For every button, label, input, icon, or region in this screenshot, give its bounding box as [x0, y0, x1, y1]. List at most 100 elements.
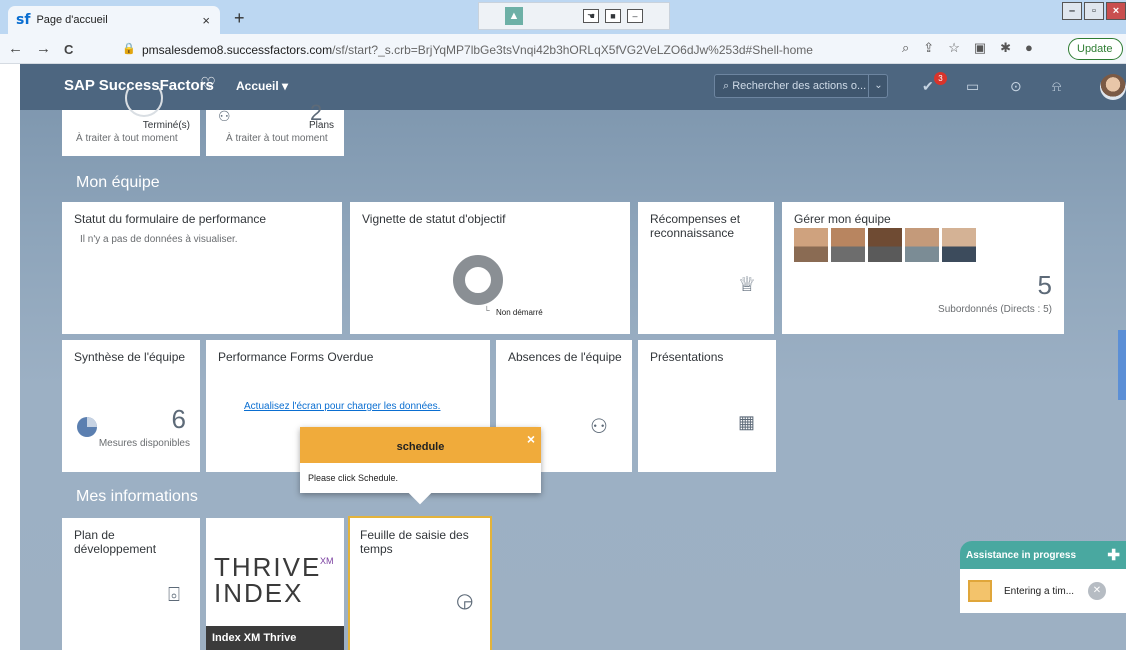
update-button[interactable]: Update [1068, 38, 1124, 60]
goal-status-label: Non démarré [496, 308, 543, 317]
sf-shell: SAP SuccessFactors ♡ Accueil ▾ ⌕ Recherc… [20, 64, 1126, 650]
new-tab-button[interactable]: + [234, 8, 245, 29]
url-field[interactable]: pmsalesdemo8.successfactors.com/sf/start… [142, 43, 813, 57]
avatar[interactable] [794, 228, 828, 262]
team-photos [794, 228, 976, 262]
recorder-logo-icon: ▲ [505, 7, 523, 25]
avatar[interactable] [831, 228, 865, 262]
help-icon[interactable]: ⊙ [1010, 78, 1022, 95]
performance-form-tile[interactable]: Statut du formulaire de performance Il n… [62, 202, 342, 334]
donut-leader-line: └ [484, 306, 490, 315]
puzzle-icon[interactable]: ✱ [1000, 40, 1011, 56]
address-bar: ← → C 🔒 pmsalesdemo8.successfactors.com/… [0, 34, 1126, 64]
presentation-icon [968, 580, 992, 602]
tab-close-icon[interactable]: × [202, 13, 210, 28]
tile-title: Récompenses et reconnaissance [650, 212, 741, 240]
team-summary-tile[interactable]: Synthèse de l'équipe 6 Mesures disponibl… [62, 340, 200, 472]
development-plan-tile[interactable]: Plan de développement ⌻ [62, 518, 200, 650]
avatar[interactable] [905, 228, 939, 262]
url-path: /sf/start?_s.crb=BrjYqMP7lbGe3tsVnqi42b3… [332, 43, 813, 57]
profile-icon[interactable]: ● [1025, 40, 1033, 56]
ring-icon [125, 88, 163, 117]
manage-team-tile[interactable]: Gérer mon équipe 5 Subordonnés (Directs … [782, 202, 1064, 334]
chat-icon[interactable]: ▭ [966, 78, 979, 95]
browser-tab[interactable]: sf Page d'accueil × [8, 6, 220, 34]
window-close-button[interactable]: × [1106, 2, 1126, 20]
favicon-icon: sf [16, 12, 31, 28]
avatar[interactable] [942, 228, 976, 262]
heart-icon: ♡ [200, 74, 217, 94]
pointer-icon[interactable]: ☚ [583, 9, 599, 23]
tile-title: Synthèse de l'équipe [74, 350, 186, 364]
rewards-tile[interactable]: Récompenses et reconnaissance ♕ [638, 202, 774, 334]
clipboard-icon: ⌻ [168, 584, 180, 606]
tile-title: Présentations [650, 350, 724, 364]
browser-tabstrip: sf Page d'accueil × + ▲ ☚ ■ – – ▫ × [0, 0, 1126, 34]
tile-title: Absences de l'équipe [508, 350, 622, 364]
tile-title: Gérer mon équipe [794, 212, 891, 226]
assistance-header: Assistance in progress ✚ [960, 541, 1126, 569]
tab-title: Page d'accueil [36, 14, 108, 26]
avatar[interactable] [868, 228, 902, 262]
donut-slice [453, 255, 503, 305]
tile-title: Vignette de statut d'objectif [362, 212, 506, 226]
popover-header: schedule × [300, 427, 541, 463]
recorder-toolbar: ▲ ☚ ■ – [478, 2, 670, 30]
trophy-icon: ♕ [738, 274, 756, 296]
manage-sub: Subordonnés (Directs : 5) [938, 304, 1052, 315]
manage-count: 5 [1037, 270, 1052, 300]
minimize-recorder-icon[interactable]: – [627, 9, 643, 23]
side-panel-handle[interactable] [1118, 330, 1126, 400]
popover-close-icon[interactable]: × [527, 419, 535, 459]
video-icon[interactable]: ■ [605, 9, 621, 23]
tile-title: Feuille de saisie des temps [360, 528, 469, 556]
people-icon: ⚇ [218, 108, 231, 124]
todo-icon[interactable]: ✔ [922, 78, 934, 95]
completed-tile[interactable]: Terminé(s) À traiter à tout moment [62, 88, 200, 156]
thrive-logo-sup: XM [320, 556, 334, 566]
grid-icon: ▦ [738, 412, 756, 432]
window-restore-button[interactable]: ▫ [1084, 2, 1104, 20]
plans-label: Plans [308, 120, 334, 131]
share-icon[interactable]: ⇪ [923, 40, 934, 56]
people-icon: ⚇ [590, 416, 608, 438]
plans-tile[interactable]: ⚇ 2 Plans À traiter à tout moment [206, 100, 344, 156]
window-minimize-button[interactable]: – [1062, 2, 1082, 20]
tile-title: Performance Forms Overdue [218, 350, 374, 364]
thrive-logo-line2: INDEX [214, 578, 304, 608]
empty-text: Il n'y a pas de données à visualiser. [80, 234, 238, 245]
presentations-tile[interactable]: Présentations ▦ [638, 340, 776, 472]
thrive-index-tile[interactable]: THRIVE XM INDEX Index XM Thrive [206, 518, 344, 650]
avatar[interactable] [1100, 74, 1126, 100]
assistance-title: Assistance in progress [966, 550, 1077, 561]
toolbar-icons: ⌕ ⇪ ☆ ▣ ✱ ● [902, 40, 1033, 56]
completed-sub: À traiter à tout moment [76, 133, 178, 144]
expand-icon[interactable]: ✚ [1107, 546, 1120, 564]
bookmark-star-icon[interactable]: ☆ [948, 40, 960, 56]
assistance-body: Entering a tim... ✕ [960, 569, 1126, 613]
bell-icon[interactable]: ⍾ [1052, 78, 1061, 95]
popover-title: schedule [396, 441, 445, 453]
reload-icon[interactable]: C [64, 42, 73, 57]
timesheet-tile[interactable]: Feuille de saisie des temps ◶ [348, 516, 492, 650]
clock-file-icon: ◶ [456, 590, 474, 612]
window-controls: – ▫ × [1060, 2, 1126, 20]
zoom-icon[interactable]: ⌕ [902, 40, 909, 56]
goal-status-tile[interactable]: Vignette de statut d'objectif └ Non déma… [350, 202, 630, 334]
search-input[interactable]: ⌕ Rechercher des actions o... [714, 74, 888, 98]
home-menu[interactable]: Accueil ▾ [236, 79, 288, 93]
extension-icon[interactable]: ▣ [974, 40, 986, 56]
section-my-team: Mon équipe [76, 174, 160, 191]
search-dropdown-icon[interactable]: ⌄ [868, 75, 888, 97]
back-icon[interactable]: ← [8, 40, 23, 57]
assistance-close-icon[interactable]: ✕ [1088, 582, 1106, 600]
search-placeholder: Rechercher des actions o... [732, 80, 867, 92]
assistance-panel: Assistance in progress ✚ Entering a tim.… [960, 541, 1126, 613]
summary-sub: Mesures disponibles [98, 438, 190, 449]
refresh-link[interactable]: Actualisez l'écran pour charger les donn… [244, 401, 440, 412]
section-my-info: Mes informations [76, 488, 198, 505]
url-host: pmsalesdemo8.successfactors.com [142, 43, 333, 57]
notification-badge: 3 [934, 72, 947, 85]
forward-icon[interactable]: → [36, 40, 51, 57]
summary-value: 6 [171, 404, 186, 434]
